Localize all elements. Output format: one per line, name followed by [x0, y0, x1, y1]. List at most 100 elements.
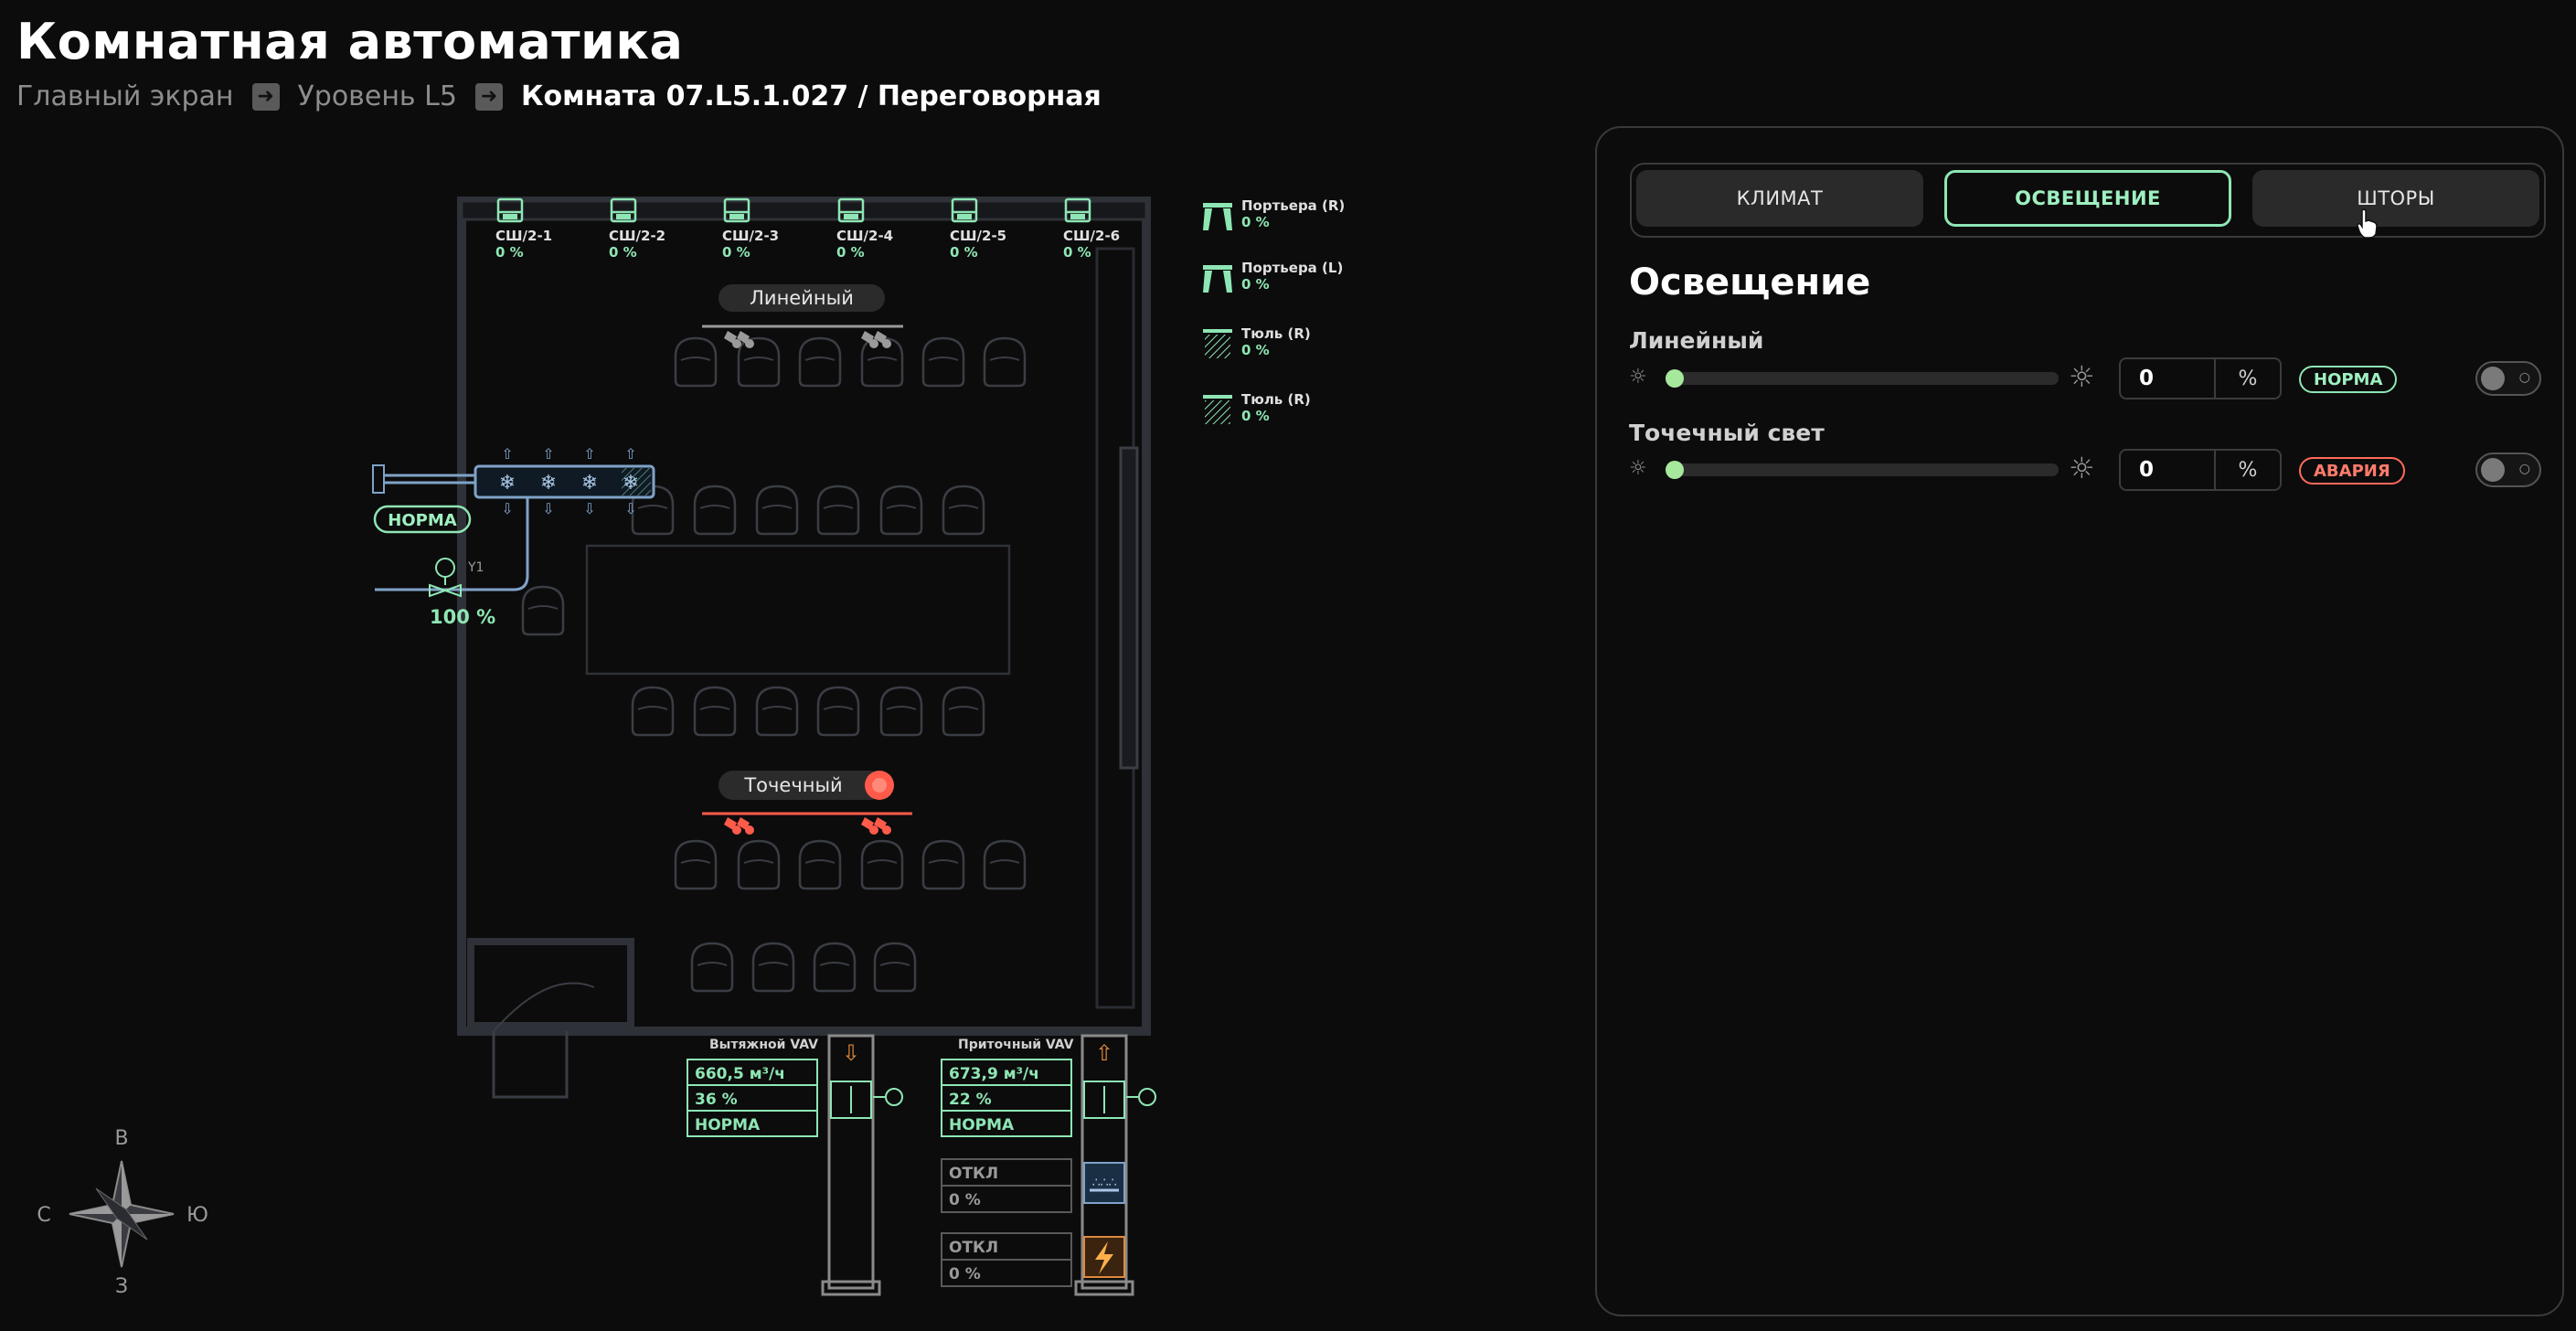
light-linear-value-input[interactable]: 0 % [2119, 357, 2282, 399]
svg-text:660,5 м³/ч: 660,5 м³/ч [695, 1065, 785, 1083]
svg-text:СШ/2-6: СШ/2-6 [1063, 228, 1120, 244]
curtain-icon [1203, 265, 1232, 293]
status-badge: АВАРИЯ [2299, 457, 2405, 484]
svg-text:Приточный VAV: Приточный VAV [958, 1038, 1074, 1052]
svg-text:С: С [37, 1204, 50, 1227]
svg-text:0 %: 0 % [836, 244, 865, 261]
hand-cursor-icon [2357, 208, 2378, 239]
status-badge: НОРМА [2299, 366, 2398, 393]
svg-text:⇩: ⇩ [624, 500, 636, 517]
sun-large-icon: ☼ [2069, 359, 2095, 394]
tab-climate[interactable]: КЛИМАТ [1636, 170, 1923, 227]
svg-text:Портьера (R): Портьера (R) [1241, 197, 1345, 214]
tab-lighting[interactable]: ОСВЕЩЕНИЕ [1944, 170, 2231, 227]
light-linear-toggle[interactable]: ○ [2475, 361, 2541, 396]
svg-text:Тюль (R): Тюль (R) [1241, 391, 1311, 408]
room-walls [457, 197, 1151, 1099]
svg-text:36 %: 36 % [695, 1091, 738, 1109]
sun-large-icon: ☼ [2069, 451, 2095, 485]
fancoil-unit[interactable]: ❄ ❄ ❄ ❄ ⇧ ⇧ ⇧ ⇧ ⇩ ⇩ ⇩ ⇩ НОРМА [372, 445, 655, 591]
light-spot-toggle[interactable]: ○ [2475, 453, 2541, 487]
curtain-list: Портьера (R) 0 % Портьера (L) 0 % Тюль (… [1203, 197, 1345, 424]
svg-text:⇩: ⇩ [583, 500, 595, 517]
svg-text:⇧: ⇧ [624, 445, 636, 463]
light-spot-label: Точечный [743, 774, 842, 796]
svg-text:0 %: 0 % [950, 244, 978, 261]
svg-text:ОТКЛ: ОТКЛ [949, 1165, 998, 1183]
svg-text:0 %: 0 % [1241, 214, 1270, 230]
svg-text:0 %: 0 % [609, 244, 637, 261]
light-spot-group[interactable]: Точечный [702, 771, 912, 835]
svg-text:СШ/2-4: СШ/2-4 [836, 228, 893, 244]
floor-plan: СШ/2-1 0 % СШ/2-2 0 % СШ/2-3 0 % СШ/2-4 … [37, 197, 1345, 1298]
fancoil-status-badge: НОРМА [388, 511, 456, 530]
snowflake-icon: ❄ [540, 472, 557, 495]
exhaust-arrow-icon: ⇩ [842, 1040, 860, 1066]
tab-curtains[interactable]: ШТОРЫ [2252, 170, 2539, 227]
svg-text:0 %: 0 % [1241, 408, 1270, 424]
supply-arrow-icon: ⇧ [1095, 1040, 1113, 1066]
slider-knob[interactable] [1666, 369, 1684, 388]
exhaust-vav[interactable]: Вытяжной VAV 660,5 м³/ч 36 % НОРМА ⇩ [687, 1034, 903, 1296]
control-panel [1595, 126, 2564, 1316]
svg-text:СШ/2-5: СШ/2-5 [950, 228, 1006, 244]
svg-text:СШ/2-1: СШ/2-1 [495, 228, 552, 244]
svg-text:НОРМА: НОРМА [695, 1116, 761, 1134]
chairs [521, 336, 1027, 993]
water-heater[interactable]: ОТКЛ 0 % ∴∴∴ [941, 1158, 1125, 1213]
svg-text:673,9 м³/ч: 673,9 м³/ч [949, 1065, 1039, 1083]
curtain-portiere-l[interactable]: Портьера (L) 0 % [1203, 260, 1343, 293]
svg-text:⇧: ⇧ [542, 445, 554, 463]
snowflake-icon: ❄ [581, 472, 598, 495]
light-linear-label: Линейный [750, 287, 854, 309]
svg-text:Ю: Ю [186, 1204, 208, 1227]
svg-text:СШ/2-2: СШ/2-2 [609, 228, 665, 244]
svg-text:Вытяжной VAV: Вытяжной VAV [709, 1038, 818, 1052]
svg-text:0 %: 0 % [1241, 342, 1270, 358]
svg-text:ОТКЛ: ОТКЛ [949, 1239, 998, 1257]
curtain-tulle-2[interactable]: Тюль (R) 0 % [1203, 391, 1311, 424]
svg-text:⇩: ⇩ [501, 500, 513, 517]
svg-text:В: В [114, 1127, 128, 1150]
light-spot-value-input[interactable]: 0 % [2119, 449, 2282, 491]
slider-knob[interactable] [1666, 461, 1684, 479]
snowflake-icon: ❄ [499, 472, 516, 495]
spotlight-icon [724, 817, 741, 835]
light-spot-row-label: Точечный свет [1629, 420, 1825, 446]
svg-text:22 %: 22 % [949, 1091, 992, 1109]
electric-heater[interactable]: ОТКЛ 0 % [941, 1232, 1125, 1287]
tulle-icon [1203, 395, 1232, 424]
compass-icon: В З С Ю [37, 1127, 208, 1298]
svg-text:Y1: Y1 [467, 560, 484, 575]
svg-text:СШ/2-3: СШ/2-3 [722, 228, 779, 244]
svg-text:0 %: 0 % [949, 1191, 981, 1209]
svg-text:0 %: 0 % [1241, 276, 1270, 293]
svg-text:0 %: 0 % [1063, 244, 1091, 261]
section-title: Освещение [1629, 261, 1871, 303]
spotlight-icon [861, 817, 878, 835]
light-linear-row-label: Линейный [1629, 327, 1764, 354]
sun-small-icon: ☼ [1629, 366, 1647, 389]
sun-small-icon: ☼ [1629, 457, 1647, 480]
light-spot-slider[interactable] [1666, 461, 2059, 479]
curtain-icon [1203, 203, 1232, 230]
curtain-tulle-1[interactable]: Тюль (R) 0 % [1203, 325, 1311, 358]
light-linear-slider[interactable] [1666, 369, 2059, 388]
spotlight-icon [724, 331, 741, 348]
damper-actuator-icon [885, 1088, 903, 1106]
svg-text:0 %: 0 % [722, 244, 750, 261]
svg-text:З: З [115, 1275, 128, 1298]
svg-text:Портьера (L): Портьера (L) [1241, 260, 1343, 276]
svg-text:НОРМА: НОРМА [949, 1116, 1015, 1134]
svg-text:0 %: 0 % [495, 244, 524, 261]
snowflake-icon: ❄ [623, 472, 639, 495]
valve-value: 100 % [430, 606, 495, 628]
svg-text:∴∴∴: ∴∴∴ [1092, 1176, 1117, 1190]
svg-text:Тюль (R): Тюль (R) [1241, 325, 1311, 342]
damper-actuator-icon [1138, 1088, 1156, 1106]
curtain-portiere-r[interactable]: Портьера (R) 0 % [1203, 197, 1345, 230]
svg-text:⇩: ⇩ [542, 500, 554, 517]
svg-text:0 %: 0 % [949, 1265, 981, 1283]
svg-text:⇧: ⇧ [583, 445, 595, 463]
svg-text:⇧: ⇧ [501, 445, 513, 463]
